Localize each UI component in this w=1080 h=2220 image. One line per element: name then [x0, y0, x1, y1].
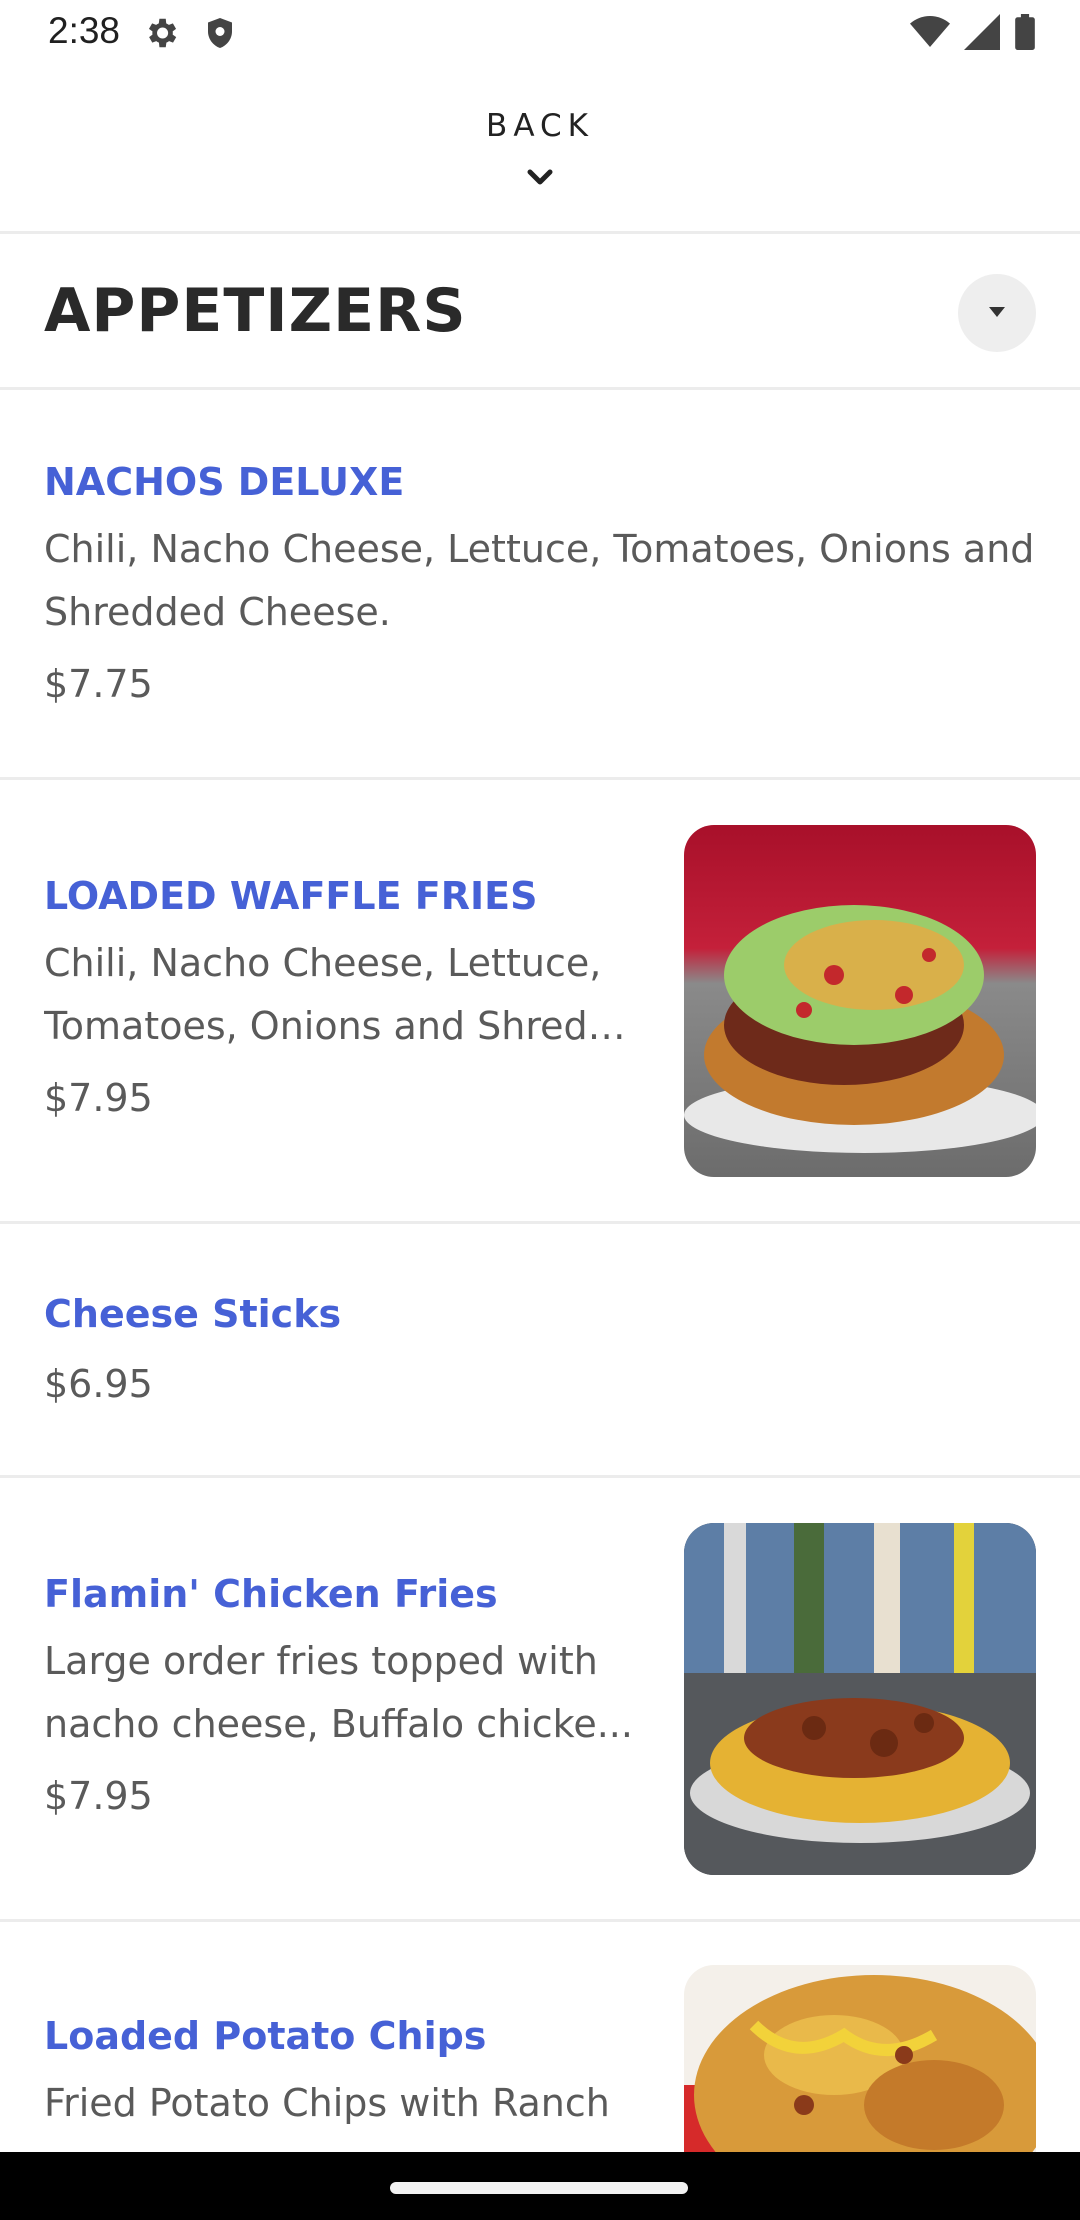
status-time: 2:38: [48, 10, 121, 51]
home-handle[interactable]: [390, 2182, 688, 2194]
item-name: NACHOS DELUXE: [44, 460, 405, 504]
caret-down-icon: [987, 304, 1007, 323]
back-button[interactable]: BACK: [0, 66, 1080, 234]
loaded-waffle-fries-photo: [684, 825, 1036, 1177]
menu-item-flamin-chicken-fries[interactable]: Flamin' Chicken Fries Large order fries …: [0, 1478, 1080, 1922]
item-price: $7.75: [44, 662, 153, 706]
battery-icon: [1014, 14, 1036, 54]
item-price: $7.95: [44, 1774, 153, 1818]
item-name: Loaded Potato Chips: [44, 2014, 487, 2058]
item-description-line: Shredded Cheese.: [44, 590, 391, 634]
wifi-icon: [910, 14, 950, 54]
gear-icon: [142, 14, 180, 56]
chevron-down-icon: [522, 166, 558, 190]
item-description-line: Large order fries topped with: [44, 1639, 598, 1683]
status-bar: 2:38: [0, 0, 1080, 66]
item-description-line: Chili, Nacho Cheese, Lettuce, Tomatoes, …: [44, 527, 1035, 571]
item-description: Large order fries topped with nacho chee…: [44, 1630, 644, 1756]
item-description-line: Chili, Nacho Cheese, Lettuce,: [44, 941, 602, 985]
item-description-line: Tomatoes, Onions and Shredd...: [44, 1004, 644, 1048]
section-title: APPETIZERS: [44, 276, 467, 346]
item-description-line: Fried Potato Chips with Ranch: [44, 2081, 610, 2125]
item-name: Flamin' Chicken Fries: [44, 1572, 498, 1616]
section-header: APPETIZERS: [0, 234, 1080, 390]
signal-icon: [964, 14, 1000, 54]
navigation-bar: [0, 2152, 1080, 2220]
item-description: Fried Potato Chips with Ranch: [44, 2072, 644, 2135]
menu-item-loaded-waffle-fries[interactable]: LOADED WAFFLE FRIES Chili, Nacho Cheese,…: [0, 780, 1080, 1224]
back-label: BACK: [486, 108, 594, 144]
item-description: Chili, Nacho Cheese, Lettuce, Tomatoes, …: [44, 932, 644, 1058]
section-dropdown-button[interactable]: [958, 274, 1036, 352]
item-price: $7.95: [44, 1076, 153, 1120]
menu-item-nachos-deluxe[interactable]: NACHOS DELUXE Chili, Nacho Cheese, Lettu…: [0, 390, 1080, 780]
shield-icon: [202, 14, 238, 56]
item-description: Chili, Nacho Cheese, Lettuce, Tomatoes, …: [44, 518, 1044, 644]
chicken-fries-photo: [684, 1523, 1036, 1875]
item-price: $6.95: [44, 1362, 153, 1406]
menu-item-cheese-sticks[interactable]: Cheese Sticks $6.95: [0, 1224, 1080, 1478]
item-description-line: nacho cheese, Buffalo chicke...: [44, 1702, 633, 1746]
item-name: LOADED WAFFLE FRIES: [44, 874, 538, 918]
item-name: Cheese Sticks: [44, 1292, 342, 1336]
